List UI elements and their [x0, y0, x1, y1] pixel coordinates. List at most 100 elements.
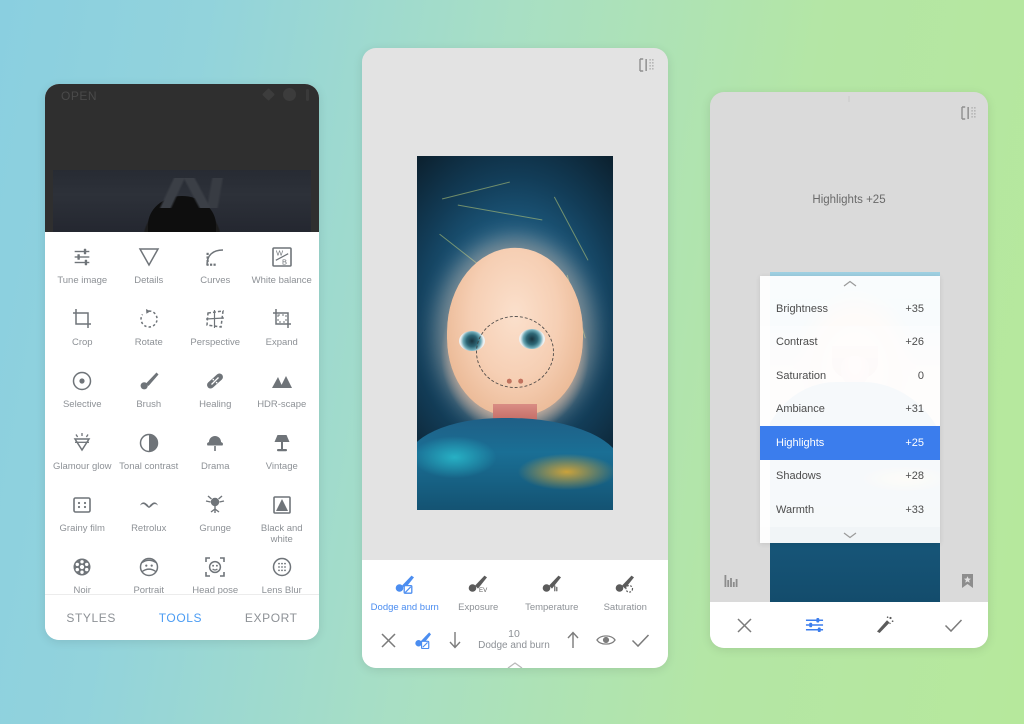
glamour-glow-icon — [69, 430, 95, 456]
magic-wand-button[interactable] — [861, 608, 907, 642]
tool-grunge[interactable]: Grunge — [182, 492, 249, 550]
scroll-down-chevron[interactable] — [760, 527, 940, 543]
brush-tool-label: Exposure — [458, 602, 499, 613]
adjustment-row-brightness[interactable]: Brightness +35 — [760, 292, 940, 326]
tool-white-balance[interactable]: W B White balance — [249, 244, 316, 302]
adjustment-value: +35 — [905, 302, 924, 315]
apply-button[interactable] — [930, 608, 976, 642]
compare-icon[interactable] — [639, 58, 654, 72]
tool-label: Glamour glow — [52, 461, 112, 472]
tool-details[interactable]: Details — [116, 244, 183, 302]
brush-tool-exposure[interactable]: EV Exposure — [442, 574, 514, 613]
adjust-screen-panel: Highlights +25 Brightness +35 Contrast +26 S… — [710, 92, 988, 648]
brush-selection-circle[interactable] — [476, 316, 554, 388]
cancel-button[interactable] — [380, 632, 397, 649]
white-balance-icon: WB — [269, 244, 295, 270]
scroll-up-chevron[interactable] — [760, 276, 940, 292]
grainy-film-icon — [69, 492, 95, 518]
tool-drama[interactable]: Drama — [182, 430, 249, 488]
brush-tool-label: Dodge and burn — [370, 602, 439, 613]
adjustment-list: Brightness +35 Contrast +26 Saturation 0 Ambia… — [760, 276, 940, 543]
hdr-scape-icon — [269, 368, 295, 394]
adjustment-row-contrast[interactable]: Contrast +26 — [760, 325, 940, 359]
adjustment-value: +26 — [905, 336, 924, 349]
account-circle-icon[interactable] — [283, 88, 296, 101]
amount-label: Dodge and burn — [478, 640, 550, 651]
tab-export[interactable]: EXPORT — [245, 611, 298, 625]
tab-tools[interactable]: TOOLS — [159, 611, 202, 625]
adjustment-row-highlights[interactable]: Highlights +25 — [760, 426, 940, 460]
loaded-photo-thumbnail[interactable] — [53, 170, 311, 232]
tool-vintage[interactable]: Vintage — [249, 430, 316, 488]
adjustment-value: +25 — [905, 436, 924, 449]
diamond-icon[interactable] — [262, 88, 275, 101]
open-label[interactable]: OPEN — [61, 89, 97, 103]
histogram-icon[interactable] — [724, 574, 740, 588]
compare-icon[interactable] — [961, 106, 976, 120]
tool-label: Rotate — [134, 337, 163, 348]
temperature-brush-icon — [540, 574, 564, 596]
brush-tool-dodge-and-burn[interactable]: Dodge and burn — [369, 574, 441, 613]
tab-styles[interactable]: STYLES — [66, 611, 116, 625]
decrease-amount-button[interactable] — [447, 631, 463, 649]
tool-crop[interactable]: Crop — [49, 306, 116, 364]
adjustment-name: Contrast — [776, 336, 818, 349]
exposure-brush-icon: EV — [466, 574, 490, 596]
brush-tool-temperature[interactable]: Temperature — [516, 574, 588, 613]
adjustment-name: Shadows — [776, 470, 822, 483]
panel-drag-handle[interactable] — [505, 661, 525, 668]
brush-tool-row: Dodge and burn EV Exposure Temperature Satur… — [362, 560, 668, 613]
tool-label: HDR-scape — [257, 399, 307, 410]
tool-healing[interactable]: Healing — [182, 368, 249, 426]
active-brush-button[interactable] — [412, 631, 432, 649]
sliders-button[interactable] — [791, 608, 837, 642]
head-pose-icon — [202, 554, 228, 580]
tool-black-and-white[interactable]: Black and white — [249, 492, 316, 550]
adjustment-row-shadows[interactable]: Shadows +28 — [760, 459, 940, 493]
tool-perspective[interactable]: Perspective — [182, 306, 249, 364]
increase-amount-button[interactable] — [565, 631, 581, 649]
tool-label: Expand — [265, 337, 298, 348]
mask-preview-button[interactable] — [596, 633, 616, 647]
cancel-button[interactable] — [722, 608, 768, 642]
tool-tune-image[interactable]: Tune image — [49, 244, 116, 302]
adjustment-row-saturation[interactable]: Saturation 0 — [760, 359, 940, 393]
tool-head-pose[interactable]: Head pose — [182, 554, 249, 594]
bookmark-star-icon[interactable] — [961, 573, 974, 589]
saturation-brush-icon — [613, 574, 637, 596]
tools-screen-panel: OPEN Tune image Details Curves W B White bala… — [45, 84, 319, 640]
svg-text:EV: EV — [479, 587, 488, 594]
edit-canvas-photo[interactable] — [417, 156, 613, 510]
overflow-menu-icon[interactable] — [306, 88, 309, 101]
tool-rotate[interactable]: Rotate — [116, 306, 183, 364]
apply-button[interactable] — [631, 633, 650, 648]
tool-label: Healing — [199, 399, 232, 410]
tool-expand[interactable]: Expand — [249, 306, 316, 364]
tool-brush[interactable]: Brush — [116, 368, 183, 426]
tool-hdr-scape[interactable]: HDR-scape — [249, 368, 316, 426]
adjustment-row-warmth[interactable]: Warmth +33 — [760, 493, 940, 527]
adjust-meta-bar — [710, 564, 988, 598]
tool-curves[interactable]: Curves — [182, 244, 249, 302]
tool-label: Curves — [200, 275, 231, 286]
rotate-icon — [136, 306, 162, 332]
tool-label: Head pose — [192, 585, 239, 594]
tool-grainy-film[interactable]: Grainy film — [49, 492, 116, 550]
adjustment-row-ambiance[interactable]: Ambiance +31 — [760, 392, 940, 426]
tool-label: Black and white — [260, 523, 303, 545]
photo-scarf — [417, 418, 613, 510]
tool-glamour-glow[interactable]: Glamour glow — [49, 430, 116, 488]
expand-icon — [269, 306, 295, 332]
crop-icon — [69, 306, 95, 332]
tool-tonal-contrast[interactable]: Tonal contrast — [116, 430, 183, 488]
tool-portrait[interactable]: Portrait — [116, 554, 183, 594]
brush-tool-saturation[interactable]: Saturation — [589, 574, 661, 613]
tool-lens-blur[interactable]: Lens Blur — [249, 554, 316, 594]
tool-retrolux[interactable]: Retrolux — [116, 492, 183, 550]
tool-label: Selective — [62, 399, 102, 410]
tool-selective[interactable]: Selective — [49, 368, 116, 426]
tool-noir[interactable]: Noir — [49, 554, 116, 594]
adjustment-value: +28 — [905, 470, 924, 483]
edit-screen-panel: Dodge and burn EV Exposure Temperature Satur… — [362, 48, 668, 668]
tonal-contrast-icon — [136, 430, 162, 456]
